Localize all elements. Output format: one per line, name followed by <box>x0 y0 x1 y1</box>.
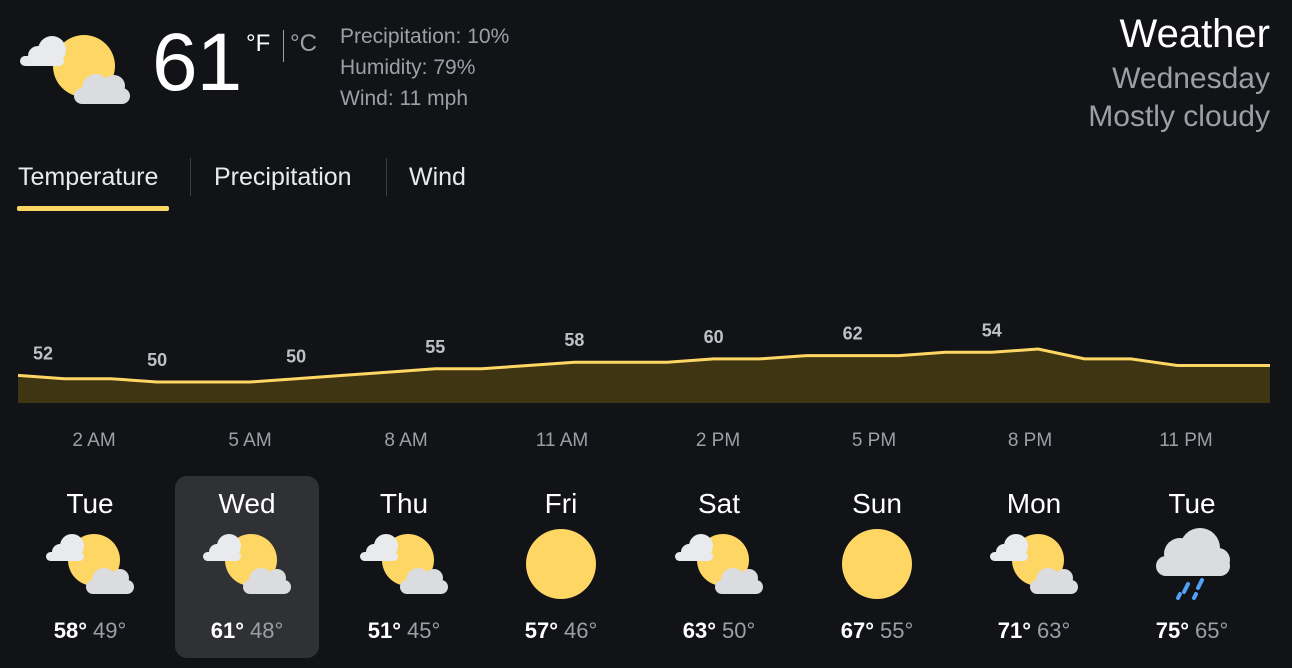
high-temp: 58° <box>53 618 87 643</box>
high-temp: 67° <box>840 618 874 643</box>
current-day: Wednesday <box>1112 62 1270 95</box>
wind-detail: Wind: 11 mph <box>340 87 468 110</box>
day-temps: 61° 48° <box>175 618 319 644</box>
tab-divider <box>386 158 387 196</box>
day-name: Fri <box>544 488 578 519</box>
low-temp: 50° <box>722 618 756 643</box>
forecast-day[interactable]: Sun 67° 55° <box>805 476 949 658</box>
partly-cloudy-icon <box>46 534 134 594</box>
precipitation-detail: Precipitation: 10% <box>340 25 510 48</box>
day-name: Wed <box>218 488 276 519</box>
temperature-label: 50 <box>286 347 306 367</box>
temperature-label: 50 <box>147 350 167 370</box>
unit-divider <box>283 30 284 62</box>
high-temp: 51° <box>367 618 401 643</box>
day-name: Sun <box>852 488 902 519</box>
tab-wind[interactable]: Wind <box>409 163 466 192</box>
temperature-label: 55 <box>425 337 445 357</box>
forecast-day[interactable]: Mon 71° 63° <box>962 476 1106 658</box>
day-temps: 67° 55° <box>805 618 949 644</box>
partly-cloudy-icon <box>203 534 291 594</box>
low-temp: 65° <box>1195 618 1229 643</box>
forecast-day[interactable]: Tue 75° 65° <box>1120 476 1264 658</box>
day-temps: 71° 63° <box>962 618 1106 644</box>
weather-title: Weather <box>1119 12 1270 56</box>
sunny-icon <box>526 529 596 599</box>
time-label: 2 PM <box>695 430 741 451</box>
temperature-label: 52 <box>33 343 53 363</box>
day-temps: 75° 65° <box>1120 618 1264 644</box>
day-name: Thu <box>379 488 429 519</box>
current-condition: Mostly cloudy <box>1088 100 1270 133</box>
time-label: 5 AM <box>228 430 272 451</box>
temperature-label: 58 <box>564 330 584 350</box>
low-temp: 48° <box>250 618 284 643</box>
forecast-day[interactable]: Tue 58° 49° <box>18 476 162 658</box>
low-temp: 55° <box>880 618 914 643</box>
time-label: 5 PM <box>851 430 897 451</box>
temperature-chart: 52 50 50 55 58 60 62 54 <box>17 320 1270 403</box>
forecast-day[interactable]: Wed 61° 48° <box>175 476 319 658</box>
day-name: Tue <box>66 488 114 519</box>
low-temp: 49° <box>93 618 127 643</box>
tab-precipitation[interactable]: Precipitation <box>214 163 352 192</box>
time-label: 8 AM <box>384 430 428 451</box>
current-temperature: 61 <box>152 17 242 108</box>
high-temp: 61° <box>210 618 244 643</box>
partly-cloudy-icon <box>20 35 130 104</box>
forecast-day[interactable]: Fri 57° 46° <box>489 476 633 658</box>
partly-cloudy-icon <box>675 534 763 594</box>
time-label: 8 PM <box>1007 430 1053 451</box>
time-label: 11 PM <box>1159 430 1213 451</box>
day-name: Mon <box>1006 488 1062 519</box>
time-label: 2 AM <box>72 430 116 451</box>
day-temps: 51° 45° <box>332 618 476 644</box>
rain-icon <box>1156 528 1230 600</box>
high-temp: 57° <box>524 618 558 643</box>
low-temp: 45° <box>407 618 441 643</box>
high-temp: 71° <box>997 618 1031 643</box>
day-name: Sat <box>697 488 741 519</box>
time-label: 11 AM <box>535 430 589 451</box>
sunny-icon <box>842 529 912 599</box>
temperature-label: 62 <box>843 324 863 344</box>
forecast-day[interactable]: Sat 63° 50° <box>647 476 791 658</box>
tab-temperature[interactable]: Temperature <box>18 163 158 192</box>
celsius-toggle[interactable]: °C <box>290 30 317 58</box>
fahrenheit-toggle[interactable]: °F <box>246 30 270 58</box>
day-temps: 63° 50° <box>647 618 791 644</box>
high-temp: 63° <box>682 618 716 643</box>
humidity-detail: Humidity: 79% <box>340 56 476 79</box>
tab-divider <box>190 158 191 196</box>
day-temps: 58° 49° <box>18 618 162 644</box>
day-temps: 57° 46° <box>489 618 633 644</box>
low-temp: 46° <box>564 618 598 643</box>
partly-cloudy-icon <box>360 534 448 594</box>
day-name: Tue <box>1168 488 1216 519</box>
high-temp: 75° <box>1155 618 1189 643</box>
tab-selected-indicator <box>17 206 169 211</box>
forecast-day[interactable]: Thu 51° 45° <box>332 476 476 658</box>
temperature-label: 60 <box>704 327 724 347</box>
partly-cloudy-icon <box>990 534 1078 594</box>
temperature-label: 54 <box>982 320 1002 340</box>
low-temp: 63° <box>1037 618 1071 643</box>
